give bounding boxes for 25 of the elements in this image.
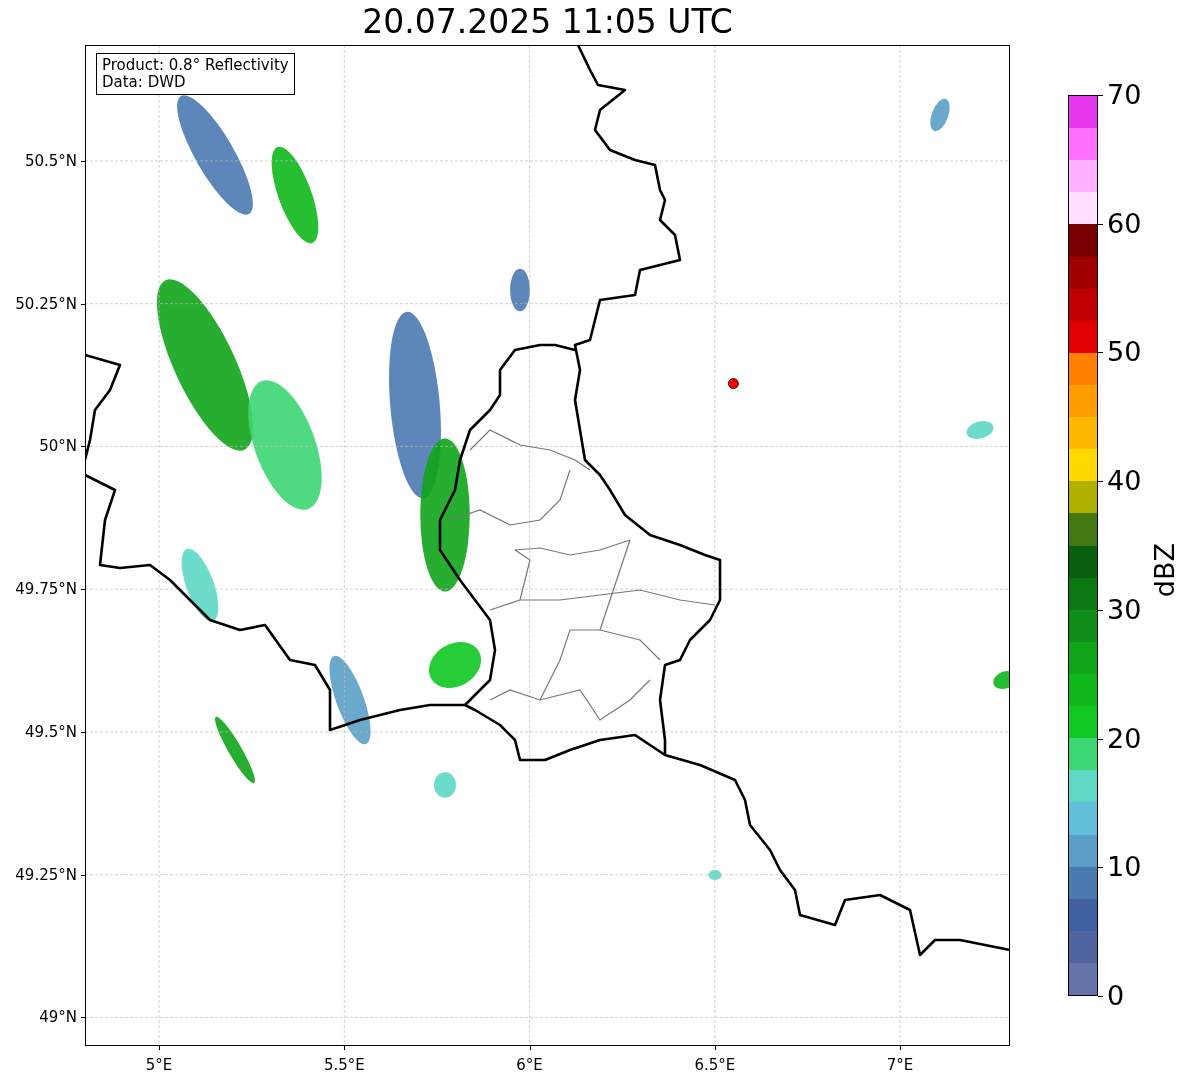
colorbar-tick-label: 50 [1107, 337, 1142, 368]
chart-title: 20.07.2025 11:05 UTC [361, 1, 734, 43]
colorbar-label: dBZ [1149, 543, 1180, 598]
info-text: Data: DWD [102, 74, 187, 91]
axis-tick-label: 49.75°N [15, 580, 77, 599]
axis-tick-label: 6.5°E [694, 1056, 736, 1074]
axis-tick-label: 7°E [886, 1056, 914, 1074]
axis-tick-label: 49.25°N [15, 865, 77, 884]
axis-tick-label: 50°N [39, 437, 77, 456]
colorbar-tick-label: 10 [1107, 852, 1142, 883]
axis-tick-label: 6°E [516, 1056, 543, 1074]
axis-tick-label: 50.5°N [24, 151, 77, 170]
axis-tick-label: 49°N [39, 1008, 77, 1027]
tick-mark [1098, 996, 1103, 997]
colorbar-tick-label: 0 [1107, 981, 1125, 1011]
axis-tick-label: 5.5°E [323, 1056, 365, 1074]
colorbar-tick-label: 70 [1107, 80, 1142, 110]
axis-tick-label: 5°E [145, 1056, 173, 1074]
axis-tick-label: 50.25°N [15, 294, 77, 313]
colorbar-tick-label: 40 [1107, 466, 1142, 497]
info-text: Product: 0.8° Reflectivity [102, 57, 289, 74]
axis-tick-label: 49.5°N [24, 722, 77, 741]
colorbar-tick-label: 60 [1107, 208, 1142, 239]
colorbar-tick-label: 20 [1107, 723, 1142, 754]
colorbar-tick-label: 30 [1107, 594, 1142, 625]
